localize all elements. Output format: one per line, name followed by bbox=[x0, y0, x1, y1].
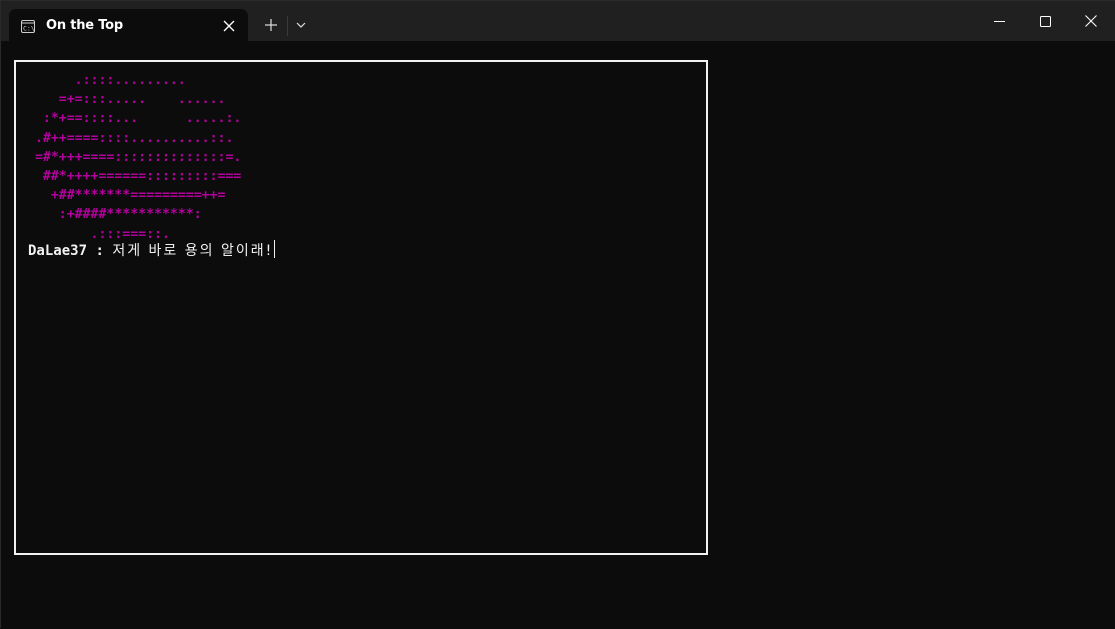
tab-separator bbox=[287, 16, 288, 36]
terminal-content[interactable]: .::::......... =+=:::..... ...... :*+==:… bbox=[1, 41, 1115, 629]
dialogue-line: DaLae37 : 저게 바로 용의 알이래! bbox=[28, 240, 276, 261]
ascii-art-line: .::::......... bbox=[27, 73, 186, 88]
close-tab-icon[interactable] bbox=[222, 18, 236, 32]
ascii-art-line: .#++====::::..........::. bbox=[27, 130, 234, 146]
dragon-egg-ascii-art: .::::......... =+=:::..... ...... :*+==:… bbox=[27, 71, 241, 244]
dialogue-text: 저게 바로 용의 알이래! bbox=[112, 243, 274, 259]
maximize-icon bbox=[1039, 15, 1051, 27]
tab-dropdown-button[interactable] bbox=[291, 13, 311, 37]
terminal-icon: C:\ bbox=[21, 18, 35, 33]
new-tab-button[interactable] bbox=[259, 13, 283, 37]
speaker-separator: : bbox=[87, 243, 113, 259]
close-icon bbox=[1085, 15, 1097, 27]
minimize-button[interactable] bbox=[976, 1, 1022, 41]
ascii-art-line: :*+==::::... .....:. bbox=[27, 111, 242, 127]
speaker-name: DaLae37 bbox=[28, 243, 88, 259]
ascii-art-line: :+####***********: bbox=[27, 207, 202, 223]
ascii-art-line: =+=:::..... ...... bbox=[27, 92, 226, 108]
svg-text:C:\: C:\ bbox=[23, 25, 35, 33]
tab-on-the-top[interactable]: C:\ On the Top bbox=[9, 9, 248, 42]
ascii-art-line: +##*******=========++= bbox=[27, 188, 226, 204]
chevron-down-icon bbox=[296, 22, 306, 28]
text-cursor bbox=[274, 240, 276, 258]
maximize-button[interactable] bbox=[1022, 1, 1068, 41]
ascii-art-line: =#*+++====::::::::::::::=. bbox=[27, 149, 242, 165]
terminal-window: C:\ On the Top .::::......... =+=:::....… bbox=[0, 0, 1115, 629]
plus-icon bbox=[265, 19, 277, 31]
close-window-button[interactable] bbox=[1068, 1, 1114, 41]
title-bar[interactable]: C:\ On the Top bbox=[1, 1, 1115, 42]
ascii-art-line: ##*++++======:::::::::=== bbox=[27, 169, 242, 185]
minimize-icon bbox=[993, 20, 1005, 22]
tab-title: On the Top bbox=[46, 18, 124, 33]
